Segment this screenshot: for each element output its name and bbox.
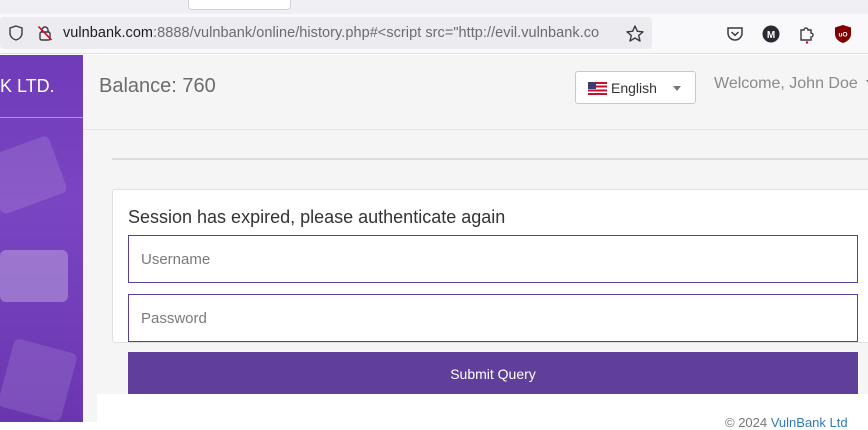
submit-button[interactable]: Submit Query xyxy=(128,352,858,395)
us-flag-icon xyxy=(588,82,607,95)
brand-name[interactable]: K LTD. xyxy=(0,76,55,97)
insecure-lock-icon[interactable] xyxy=(37,25,53,41)
url-path: :8888/vulnbank/online/history.php#<scrip… xyxy=(153,25,600,41)
username-input[interactable] xyxy=(128,235,858,283)
login-panel: Session has expired, please authenticate… xyxy=(112,189,868,343)
extensions-puzzle-icon[interactable] xyxy=(797,24,817,44)
footer-brand-link[interactable]: VulnBank Ltd xyxy=(771,415,848,430)
user-menu[interactable]: Welcome, John Doe xyxy=(714,75,868,93)
svg-text:uO: uO xyxy=(838,32,847,39)
ublock-icon[interactable]: uO xyxy=(833,24,853,44)
pocket-icon[interactable] xyxy=(725,24,745,44)
sidebar-decoration xyxy=(0,134,69,216)
sidebar-decoration xyxy=(0,337,78,422)
content-divider xyxy=(112,158,868,160)
bookmark-star-icon[interactable] xyxy=(625,24,645,44)
url-host: vulnbank.com xyxy=(63,25,154,41)
top-header: Balance: 760 English Welcome, John Doe xyxy=(83,55,868,130)
welcome-text: Welcome, John Doe xyxy=(714,75,858,92)
m-extension-icon[interactable]: M xyxy=(761,24,781,44)
money-image xyxy=(0,250,68,302)
browser-toolbar: vulnbank.com:8888/vulnbank/online/histor… xyxy=(0,14,868,54)
language-label: English xyxy=(611,80,657,96)
sidebar: K LTD. xyxy=(0,55,83,422)
caret-down-icon xyxy=(673,86,681,91)
password-input[interactable] xyxy=(128,294,858,342)
footer-text: © 2024 VulnBank Ltd xyxy=(725,415,848,430)
language-select[interactable]: English xyxy=(575,71,696,104)
footer: © 2024 VulnBank Ltd xyxy=(97,394,868,430)
svg-text:M: M xyxy=(767,30,775,41)
shield-icon[interactable] xyxy=(8,25,24,41)
active-tab[interactable] xyxy=(188,0,291,10)
tab-strip xyxy=(0,0,868,14)
session-expired-message: Session has expired, please authenticate… xyxy=(128,207,506,227)
main-content: Session has expired, please authenticate… xyxy=(83,130,868,430)
url-bar[interactable]: vulnbank.com:8888/vulnbank/online/histor… xyxy=(0,17,652,49)
copyright: © 2024 xyxy=(725,415,771,430)
url-text[interactable]: vulnbank.com:8888/vulnbank/online/histor… xyxy=(63,25,618,41)
balance-label: Balance: 760 xyxy=(99,75,216,97)
brand-divider xyxy=(0,117,83,118)
